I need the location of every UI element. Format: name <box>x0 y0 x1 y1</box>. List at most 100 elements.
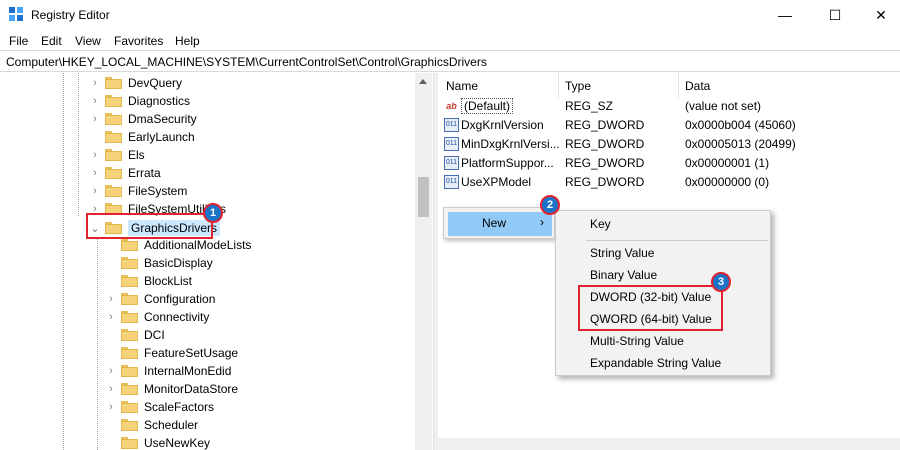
value-row[interactable]: 011 MinDxgKrnlVersi... REG_DWORD 0x00005013… <box>438 135 900 154</box>
binary-value-icon: 011 <box>444 156 459 170</box>
binary-value-icon: 011 <box>444 118 459 132</box>
tree-item[interactable]: EarlyLaunch <box>88 128 195 146</box>
value-type: REG_SZ <box>565 99 614 113</box>
value-row[interactable]: 011 UseXPModel REG_DWORD 0x00000000 (0) <box>438 173 900 192</box>
folder-icon <box>105 167 122 179</box>
chevron-right-icon[interactable]: › <box>104 290 118 308</box>
submenu-item-string-value[interactable]: String Value <box>590 246 654 260</box>
tree-item[interactable]: › Configuration <box>104 290 215 308</box>
folder-icon <box>121 401 138 413</box>
submenu-item-key[interactable]: Key <box>590 217 611 231</box>
value-row[interactable]: ab (Default) REG_SZ (value not set) <box>438 97 900 116</box>
step-badge-2: 2 <box>540 195 560 215</box>
tree-item[interactable]: › Diagnostics <box>88 92 190 110</box>
tree-item-label: InternalMonEdid <box>144 364 232 378</box>
tree-item[interactable]: BasicDisplay <box>104 254 213 272</box>
chevron-right-icon[interactable]: › <box>104 362 118 380</box>
column-divider[interactable] <box>558 73 559 99</box>
value-type: REG_DWORD <box>565 175 645 189</box>
value-name: MinDxgKrnlVersi... <box>461 137 560 151</box>
tree-item-label: Connectivity <box>144 310 210 324</box>
address-path[interactable]: Computer\HKEY_LOCAL_MACHINE\SYSTEM\Curre… <box>6 55 487 69</box>
close-button[interactable]: ✕ <box>858 0 900 30</box>
menu-help[interactable]: Help <box>175 34 200 48</box>
tree-item[interactable]: › FileSystem <box>88 182 187 200</box>
chevron-right-icon[interactable]: › <box>88 182 102 200</box>
tree-item-label: BasicDisplay <box>144 256 213 270</box>
registry-editor-icon <box>9 7 25 23</box>
chevron-right-icon[interactable]: › <box>88 146 102 164</box>
step-badge-1: 1 <box>203 203 223 223</box>
chevron-right-icon[interactable]: › <box>104 398 118 416</box>
chevron-right-icon[interactable]: › <box>104 308 118 326</box>
tree-item[interactable]: Scheduler <box>104 416 198 434</box>
chevron-right-icon[interactable]: › <box>88 164 102 182</box>
column-header-type[interactable]: Type <box>565 79 591 93</box>
value-row[interactable]: 011 PlatformSuppor... REG_DWORD 0x00000001 … <box>438 154 900 173</box>
folder-icon <box>121 419 138 431</box>
scroll-up-icon[interactable] <box>419 79 427 84</box>
tree-item-label: Configuration <box>144 292 216 306</box>
tree-item-label: FileSystem <box>128 184 188 198</box>
chevron-right-icon[interactable]: › <box>88 92 102 110</box>
chevron-right-icon[interactable]: › <box>104 380 118 398</box>
tree-item[interactable]: UseNewKey <box>104 434 210 450</box>
submenu-item-expandable-string-value[interactable]: Expandable String Value <box>590 356 721 370</box>
tree-item-label: ScaleFactors <box>144 400 215 414</box>
key-tree[interactable]: › DevQuery › Diagnostics › DmaSecurity EarlyLa… <box>0 73 433 450</box>
folder-icon <box>121 437 138 449</box>
tree-item[interactable]: › DmaSecurity <box>88 110 197 128</box>
tree-item[interactable]: › ScaleFactors <box>104 398 214 416</box>
menu-favorites[interactable]: Favorites <box>114 34 163 48</box>
submenu-item-binary-value[interactable]: Binary Value <box>590 268 657 282</box>
submenu-item-multi-string-value[interactable]: Multi-String Value <box>590 334 684 348</box>
tree-scroll-thumb[interactable] <box>418 177 429 217</box>
tree-item[interactable]: › InternalMonEdid <box>104 362 231 380</box>
column-divider[interactable] <box>678 73 679 99</box>
values-hscrollbar[interactable] <box>438 438 900 450</box>
folder-icon <box>121 347 138 359</box>
folder-icon <box>121 365 138 377</box>
chevron-right-icon[interactable]: › <box>88 74 102 92</box>
value-row[interactable]: 011 DxgKrnlVersion REG_DWORD 0x0000b004 (45… <box>438 116 900 135</box>
tree-item[interactable]: › Connectivity <box>104 308 209 326</box>
tree-item[interactable]: › DevQuery <box>88 74 182 92</box>
tree-item-label: UseNewKey <box>144 436 211 450</box>
value-name: PlatformSuppor... <box>461 156 554 170</box>
value-name: (Default) <box>461 98 514 114</box>
column-header-data[interactable]: Data <box>685 79 710 93</box>
tree-item-label: FeatureSetUsage <box>144 346 239 360</box>
tree-item[interactable]: › MonitorDataStore <box>104 380 238 398</box>
string-value-icon: ab <box>446 101 457 111</box>
context-menu: New › <box>443 207 555 239</box>
chevron-right-icon[interactable]: › <box>88 110 102 128</box>
folder-icon <box>121 383 138 395</box>
value-data: 0x0000b004 (45060) <box>685 118 796 132</box>
tree-scrollbar[interactable] <box>415 73 432 450</box>
tree-item-label: DmaSecurity <box>128 112 197 126</box>
menu-view[interactable]: View <box>75 34 101 48</box>
menu-edit[interactable]: Edit <box>41 34 62 48</box>
folder-icon <box>105 131 122 143</box>
minimize-button[interactable]: — <box>762 0 808 30</box>
tree-item[interactable]: FeatureSetUsage <box>104 344 238 362</box>
highlight-box-dword-qword <box>578 285 723 331</box>
tree-item[interactable]: › Els <box>88 146 145 164</box>
binary-value-icon: 011 <box>444 137 459 151</box>
folder-icon <box>121 257 138 269</box>
tree-item[interactable]: DCI <box>104 326 165 344</box>
tree-item-label: EarlyLaunch <box>128 130 195 144</box>
tree-item[interactable]: BlockList <box>104 272 192 290</box>
tree-item[interactable]: › Errata <box>88 164 161 182</box>
column-header-name[interactable]: Name <box>446 79 478 93</box>
maximize-button[interactable]: ☐ <box>812 0 858 30</box>
menu-file[interactable]: File <box>9 34 28 48</box>
address-bar[interactable]: Computer\HKEY_LOCAL_MACHINE\SYSTEM\Curre… <box>0 50 900 72</box>
